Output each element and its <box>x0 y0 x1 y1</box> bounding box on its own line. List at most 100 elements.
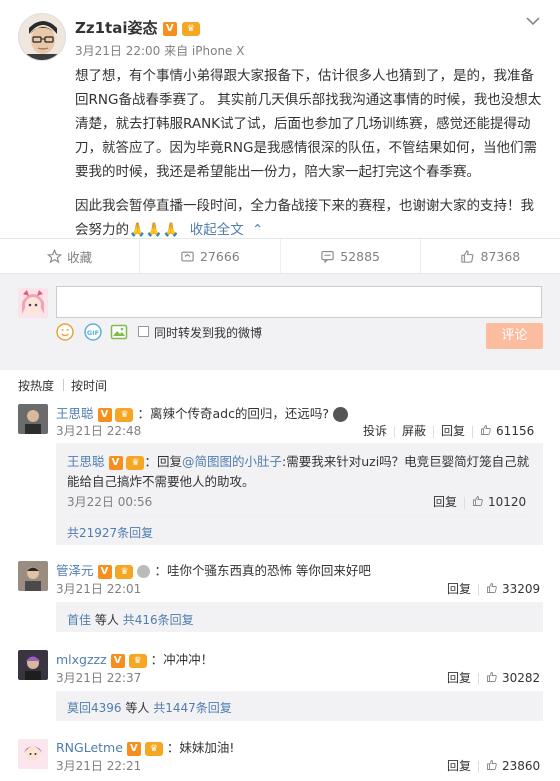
author-avatar[interactable] <box>18 13 66 61</box>
reply-summary-user[interactable]: 首佳 <box>67 613 91 627</box>
comment-actions: 回复 33209 <box>447 580 540 597</box>
comment-like-count: 10120 <box>488 495 527 509</box>
verified-badge-icon: V <box>108 455 123 470</box>
reply-button[interactable]: 回复 <box>447 671 471 685</box>
reply-button[interactable]: 回复 <box>441 424 465 438</box>
sort-divider <box>63 379 64 391</box>
sub-comment-line: 王思聪 V ♛ ：回复@简图图的小肚子:需要我来针对uzi吗？电竞巨婴简灯笼自己就… <box>67 452 533 492</box>
commenter-name[interactable]: RNGLetme <box>56 740 123 755</box>
comment-like-count: 61156 <box>496 424 535 438</box>
more-replies-link[interactable]: 共1447条回复 <box>153 701 232 715</box>
post-paragraph-1: 想了想，有个事情小弟得跟大家报备下，估计很多人也猜到了，是的，我准备回RNG备战… <box>75 68 542 180</box>
image-icon[interactable] <box>110 323 128 341</box>
author-name-row: Zz1tai姿态 V ♛ <box>75 17 200 38</box>
comment-line: RNGLetme V ♛ ：妹妹加油! <box>56 737 234 756</box>
comment-text: ：哇你个骚东西真的恐怖 等你回来好吧 <box>154 563 371 578</box>
vip-crown-icon: ♛ <box>181 21 200 36</box>
comment-icon <box>321 250 334 263</box>
like-button[interactable]: 87368 <box>421 239 560 273</box>
sub-comment-actions: 回复 10120 <box>433 493 526 510</box>
comment-like-count: 33209 <box>502 582 541 596</box>
commenter-avatar[interactable] <box>18 739 48 769</box>
comment-like-button[interactable]: 33209 <box>486 582 540 596</box>
comment-like-button[interactable]: 23860 <box>486 759 540 773</box>
reply-summary: 首佳 等人 共416条回复 <box>67 611 194 628</box>
thumbs-up-icon <box>461 249 474 263</box>
mention-link[interactable]: @简图图的小肚子 <box>182 454 282 469</box>
verified-badge-icon: V <box>162 21 177 36</box>
post-action-bar: 收藏 27666 52885 87368 <box>0 238 560 274</box>
commenter-avatar[interactable] <box>18 561 48 591</box>
favorite-label: 收藏 <box>67 249 93 265</box>
thumbs-up-icon <box>487 760 497 770</box>
reply-button[interactable]: 回复 <box>447 759 471 773</box>
comment-like-count: 30282 <box>502 671 541 685</box>
commenter-name[interactable]: mlxgzzz <box>56 652 107 667</box>
collapse-link[interactable]: 收起全文 ⌃ <box>190 222 264 238</box>
comment-line: 管泽元 V ♛ ：哇你个骚东西真的恐怖 等你回来好吧 <box>56 560 371 579</box>
repost-button[interactable]: 27666 <box>140 239 281 273</box>
comment-actions: 回复 30282 <box>447 669 540 686</box>
post-paragraph-2: 因此我会暂停直播一段时间，全力备战接下来的赛程，也谢谢大家的支持！我会努力的🙏🙏… <box>75 194 545 242</box>
sort-by-hot-tab[interactable]: 按热度 <box>18 377 54 394</box>
comment-like-count: 23860 <box>502 759 541 773</box>
comment-text: ：妹妹加油! <box>166 740 235 755</box>
star-icon <box>47 248 63 263</box>
reply-summary: 莫回4396 等人 共1447条回复 <box>67 699 232 716</box>
collapse-label: 收起全文 <box>189 222 244 238</box>
vip-crown-icon: ♛ <box>115 407 134 422</box>
comment-line: mlxgzzz V ♛ ：冲冲冲！ <box>56 649 213 668</box>
favorite-button[interactable]: 收藏 <box>0 239 141 273</box>
reply-summary-mid: 等人 <box>125 701 150 715</box>
sub-comment-prefix: ：回复 <box>144 454 182 469</box>
commenter-name[interactable]: 管泽元 <box>56 563 94 578</box>
sub-commenter-name[interactable]: 王思聪 <box>67 454 105 469</box>
divider <box>67 516 533 517</box>
verified-badge-icon: V <box>110 653 125 668</box>
thumbs-up-icon <box>473 496 483 506</box>
comment-time: 3月21日 22:21 <box>56 759 142 773</box>
comment-like-button[interactable]: 61156 <box>480 424 534 438</box>
verified-badge-icon: V <box>97 564 112 579</box>
comment-text: ：离辣个传奇adc的回归，还远吗? <box>137 406 330 421</box>
post-meta: 3月21日 22:00 来自 iPhone X <box>75 44 245 58</box>
comment-count: 52885 <box>340 248 380 264</box>
reply-button[interactable]: 回复 <box>433 495 457 509</box>
commenter-avatar[interactable] <box>18 650 48 680</box>
vip-crown-icon: ♛ <box>115 564 134 579</box>
svg-text:GIF: GIF <box>87 329 99 337</box>
vip-crown-icon: ♛ <box>126 455 145 470</box>
chevron-up-icon: ⌃ <box>252 222 264 238</box>
thumbs-up-icon <box>487 672 497 682</box>
comment-actions: 投诉 屏蔽 回复 61156 <box>363 422 534 439</box>
repost-checkbox[interactable] <box>138 326 149 337</box>
verified-badge-icon: V <box>97 407 112 422</box>
comment-button[interactable]: 52885 <box>281 239 421 273</box>
block-button[interactable]: 屏蔽 <box>402 424 426 438</box>
reply-summary-user[interactable]: 莫回4396 <box>67 701 122 715</box>
sort-by-time-tab[interactable]: 按时间 <box>71 377 107 394</box>
commenter-name[interactable]: 王思聪 <box>56 406 94 421</box>
author-name[interactable]: Zz1tai姿态 <box>75 19 157 37</box>
thumbs-up-icon <box>487 583 497 593</box>
vip-crown-icon: ♛ <box>128 653 147 668</box>
comment-time: 3月21日 22:01 <box>56 582 142 596</box>
comment-input[interactable] <box>56 286 542 318</box>
repost-checkbox-label: 同时转发到我的微博 <box>154 326 263 340</box>
medal-icon <box>137 565 151 578</box>
comment-like-button[interactable]: 30282 <box>486 671 540 685</box>
emoji-icon[interactable] <box>56 323 74 341</box>
comment-time: 3月21日 22:37 <box>56 671 142 685</box>
chevron-down-icon[interactable] <box>526 14 540 30</box>
reply-button[interactable]: 回复 <box>447 582 471 596</box>
report-button[interactable]: 投诉 <box>363 424 387 438</box>
commenter-avatar[interactable] <box>18 404 48 434</box>
gif-icon[interactable]: GIF <box>84 323 102 341</box>
comment-like-button[interactable]: 10120 <box>472 495 526 509</box>
reply-summary-mid: 等人 <box>94 613 119 627</box>
more-replies-link[interactable]: 共21927条回复 <box>67 524 153 541</box>
more-replies-link[interactable]: 共416条回复 <box>123 613 194 627</box>
comment-actions: 回复 23860 <box>447 757 540 774</box>
comment-text: ：冲冲冲！ <box>150 652 214 667</box>
submit-comment-button[interactable]: 评论 <box>486 323 543 349</box>
